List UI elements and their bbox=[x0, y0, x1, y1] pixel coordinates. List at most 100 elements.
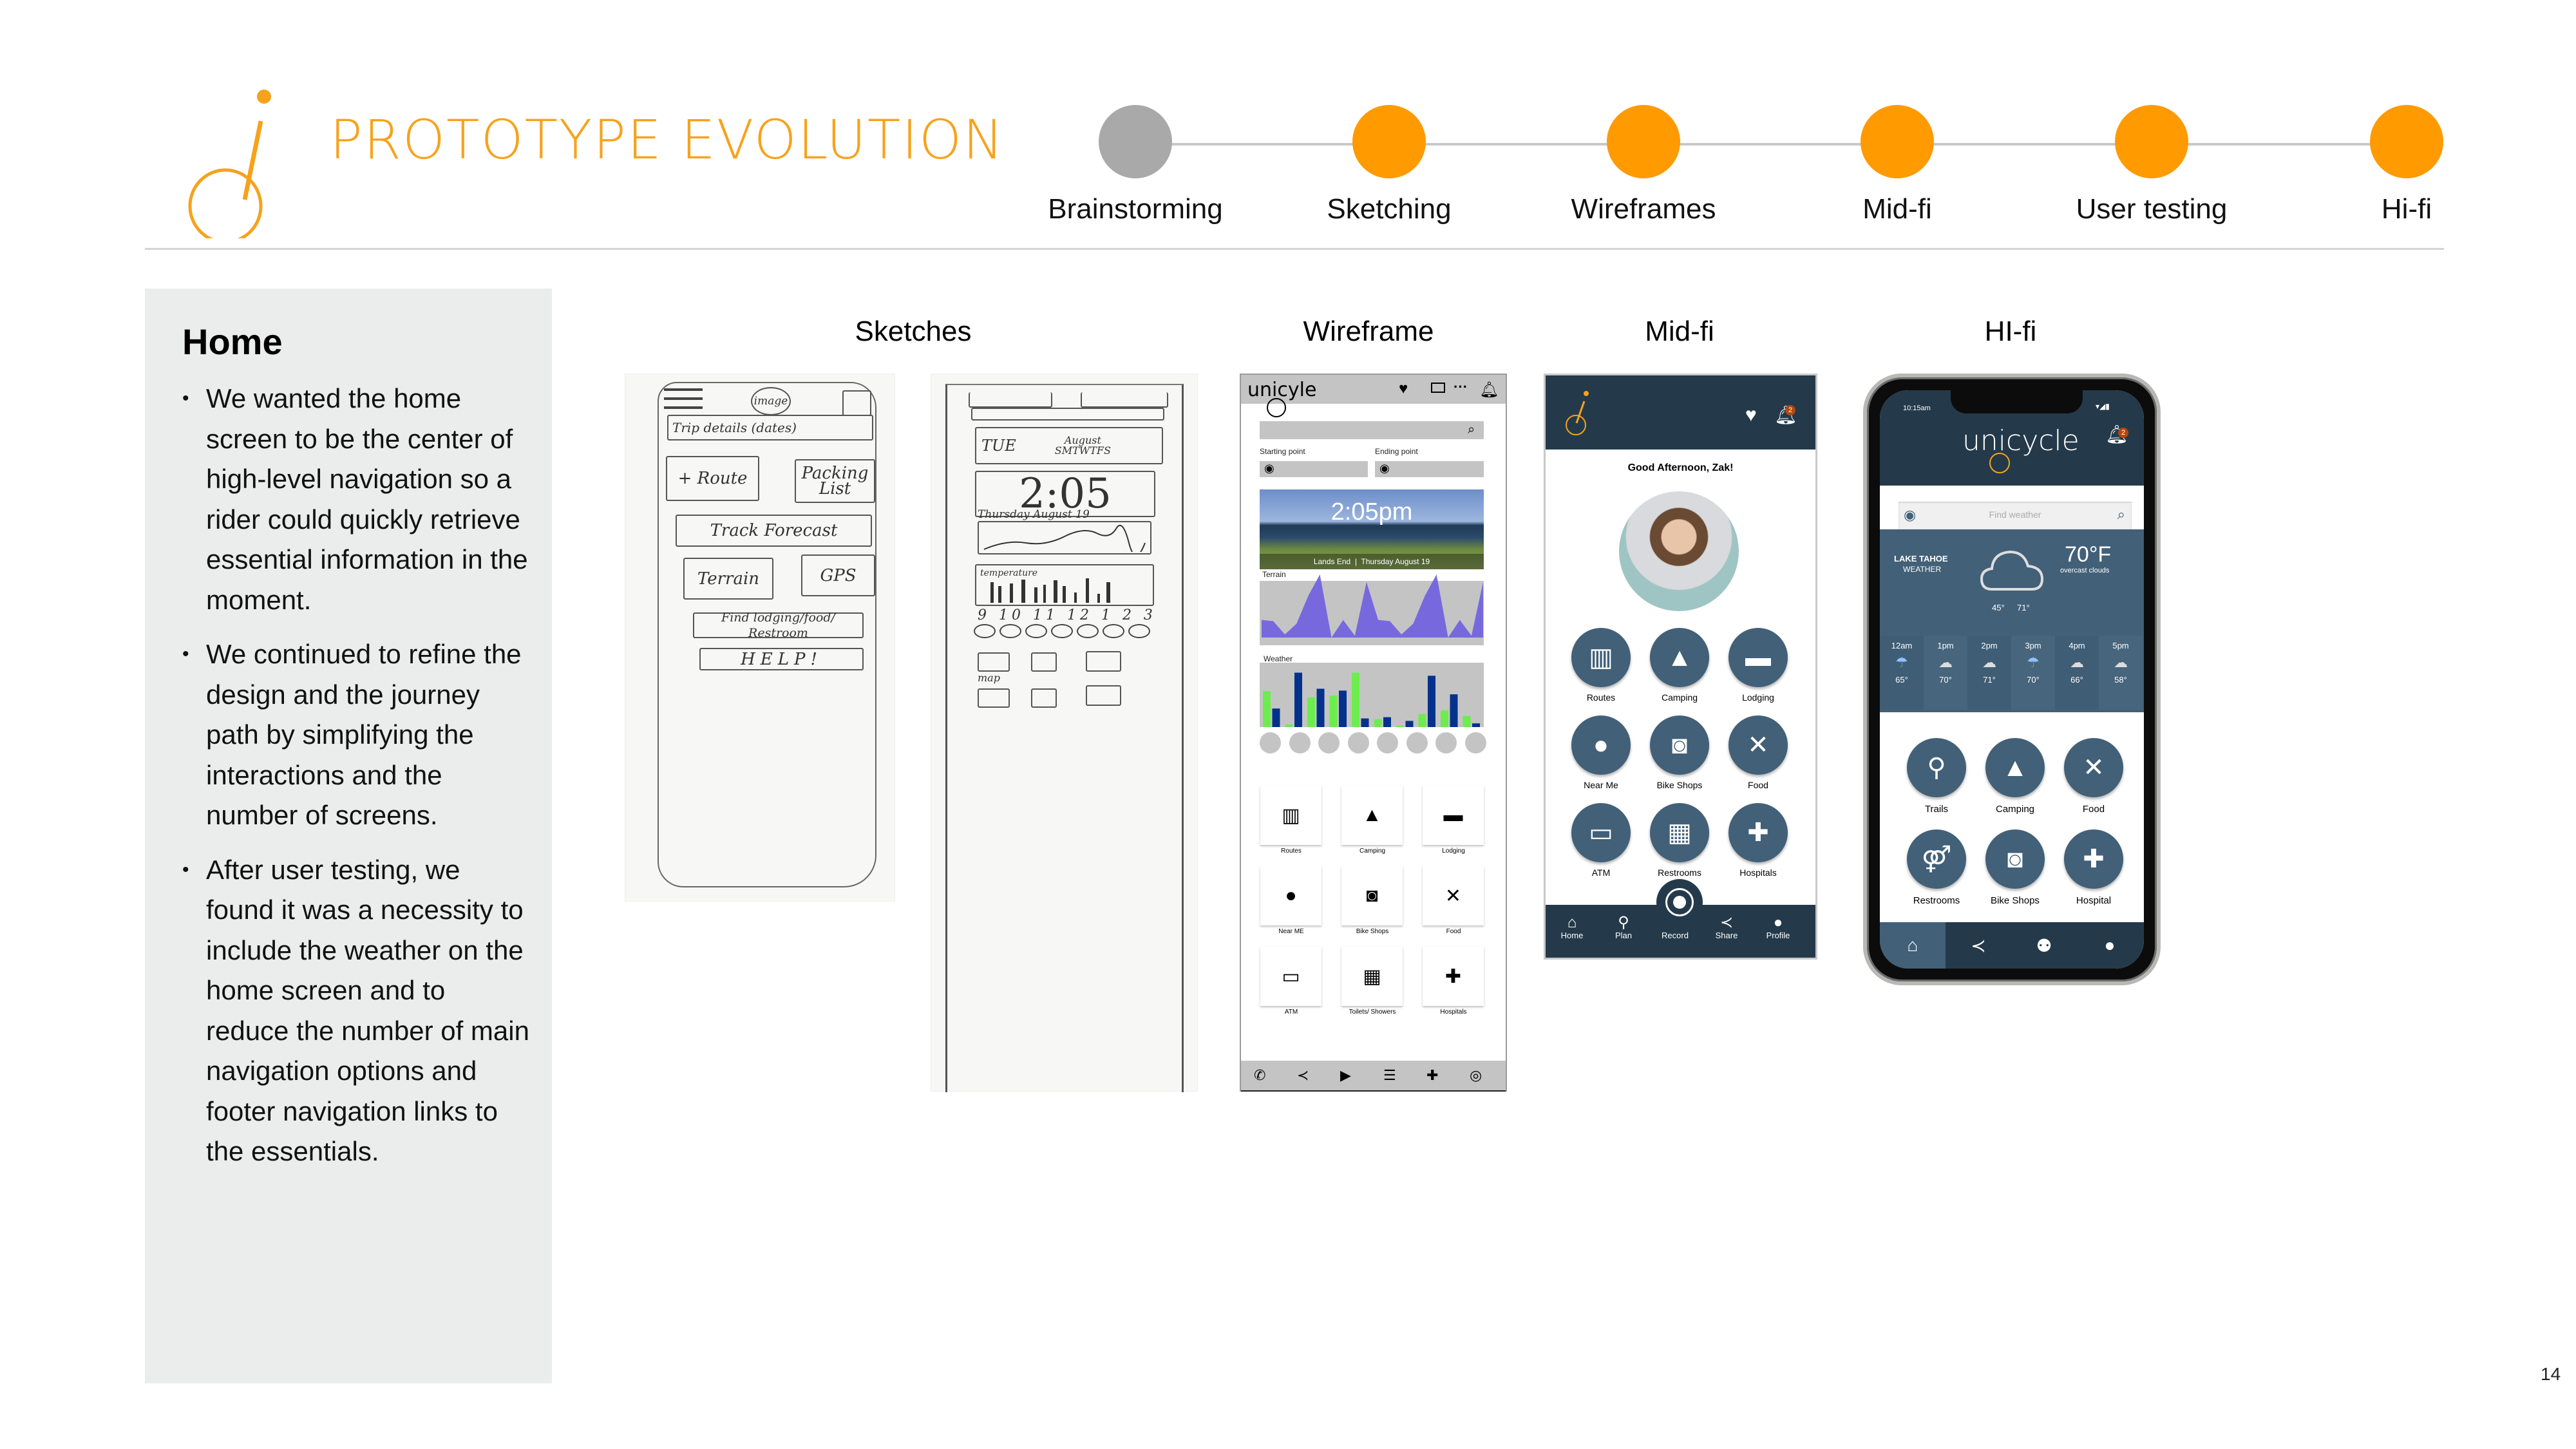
sketch-tile bbox=[978, 652, 1010, 672]
avatar[interactable] bbox=[1619, 491, 1739, 611]
weather-bar-green bbox=[1463, 715, 1471, 727]
wireframe-tile[interactable]: ✚ bbox=[1423, 947, 1484, 1006]
timeline-step-dot[interactable] bbox=[1607, 105, 1680, 178]
wireframe-logo-wheel bbox=[1267, 398, 1286, 417]
weather-bar-green bbox=[1307, 697, 1315, 727]
wireframe-tile[interactable]: ▥ bbox=[1260, 786, 1321, 845]
wireframe-tile[interactable]: ✕ bbox=[1423, 866, 1484, 925]
hifi-tile[interactable]: ◙ bbox=[1985, 829, 2045, 889]
timeline-step-label[interactable]: Mid-fi bbox=[1862, 193, 1932, 225]
midfi-tile[interactable]: ▥ bbox=[1571, 628, 1631, 687]
more-icon[interactable]: ··· bbox=[1454, 379, 1468, 395]
forecast-dot[interactable] bbox=[1289, 732, 1311, 753]
midfi-tile[interactable]: ▬ bbox=[1728, 628, 1788, 687]
timeline-step-dot[interactable] bbox=[2370, 105, 2443, 178]
timeline-step-label[interactable]: Brainstorming bbox=[1048, 193, 1222, 225]
hifi-tile[interactable]: ✕ bbox=[2064, 738, 2123, 797]
sketch-box: Find lodging/food/ Restroom bbox=[693, 611, 864, 640]
heart-icon[interactable]: ♥ bbox=[1745, 404, 1757, 426]
wireframe-tile[interactable]: ▭ bbox=[1260, 947, 1321, 1006]
forecast-dot[interactable] bbox=[1435, 732, 1457, 753]
forecast-dot[interactable] bbox=[1260, 732, 1281, 753]
midfi-tile[interactable]: ▲ bbox=[1650, 628, 1709, 687]
midfi-tile[interactable]: ◙ bbox=[1650, 715, 1709, 775]
hospital-icon: ✚ bbox=[1444, 965, 1462, 987]
sketch-box: GPS bbox=[801, 554, 875, 596]
midfi-tile[interactable]: ▭ bbox=[1571, 803, 1631, 862]
wireframe-tile[interactable]: ▲ bbox=[1341, 786, 1403, 845]
hifi-tile[interactable]: ⚲ bbox=[1907, 738, 1966, 797]
panel-title: Home bbox=[182, 321, 283, 362]
starting-point-input[interactable]: ◉ bbox=[1260, 461, 1368, 477]
message-icon[interactable]: ☰ bbox=[1383, 1067, 1396, 1084]
share-icon: ≺ bbox=[1719, 914, 1734, 931]
hospital-icon[interactable]: ✚ bbox=[1426, 1067, 1438, 1084]
nav-item-record[interactable]: Record bbox=[1653, 923, 1698, 940]
wireframe-search-input[interactable] bbox=[1260, 421, 1484, 439]
forecast-dot[interactable] bbox=[1464, 732, 1486, 753]
bell-icon[interactable]: 🔔︎ bbox=[1479, 381, 1499, 399]
timeline-step-label[interactable]: Hi-fi bbox=[2382, 193, 2432, 225]
phone-icon[interactable]: ✆ bbox=[1254, 1067, 1265, 1084]
wireframe-tile[interactable]: ▬ bbox=[1423, 786, 1484, 845]
hour-label: 1pm bbox=[1937, 641, 1954, 650]
hospital-icon: ✚ bbox=[1747, 819, 1769, 847]
cloud-icon: ☁ bbox=[2070, 654, 2084, 670]
share-icon[interactable]: ≺ bbox=[1297, 1067, 1309, 1084]
forecast-dot[interactable] bbox=[1406, 732, 1428, 753]
sketch-calendar-box: TUE August SMTWTFS bbox=[975, 427, 1163, 464]
timeline-step-label[interactable]: Wireframes bbox=[1571, 193, 1716, 225]
timeline-step-dot[interactable] bbox=[1099, 105, 1172, 178]
video-chat-icon[interactable]: ▶ bbox=[1340, 1067, 1351, 1084]
weather-search-input[interactable]: ◉ Find weather ⌕ bbox=[1899, 502, 2132, 529]
gps-icon[interactable]: ◎ bbox=[1470, 1067, 1482, 1084]
record-button[interactable] bbox=[1665, 888, 1694, 916]
timeline-step-label[interactable]: User testing bbox=[2076, 193, 2228, 225]
hifi-tile[interactable]: ▲ bbox=[1985, 738, 2045, 797]
gps-icon: ◉ bbox=[1264, 462, 1274, 475]
hifi-tile[interactable]: ⚤ bbox=[1907, 829, 1966, 889]
wireframe-tile[interactable]: ● bbox=[1260, 866, 1321, 925]
forecast-dot[interactable] bbox=[1318, 732, 1340, 753]
forecast-dot[interactable] bbox=[1377, 732, 1398, 753]
midfi-tile[interactable]: ✕ bbox=[1728, 715, 1788, 775]
midfi-tile[interactable]: ● bbox=[1571, 715, 1631, 775]
heart-icon[interactable]: ♥ bbox=[1399, 380, 1408, 398]
timeline-step-dot[interactable] bbox=[1352, 105, 1426, 178]
mail-icon[interactable] bbox=[1431, 383, 1445, 393]
search-icon[interactable]: ⌕ bbox=[2117, 506, 2125, 523]
ending-point-input[interactable]: ◉ bbox=[1375, 461, 1484, 477]
weather-bar-green bbox=[1418, 714, 1426, 727]
nav-item-home[interactable]: ⌂ Home bbox=[1549, 915, 1595, 941]
nav-share[interactable]: ≺ bbox=[1946, 922, 2011, 969]
hifi-tile[interactable]: ✚ bbox=[2064, 829, 2123, 889]
sketch-circle bbox=[1051, 624, 1073, 638]
wireframe-tile[interactable]: ▦ bbox=[1341, 947, 1403, 1006]
nav-item-share[interactable]: ≺ Share bbox=[1704, 914, 1749, 941]
sketch-image-placeholder: image bbox=[751, 387, 791, 415]
sketch-search-box bbox=[971, 408, 1164, 421]
midfi-tile[interactable]: ✚ bbox=[1728, 803, 1788, 862]
description-panel: Home We wanted the home screen to be the… bbox=[145, 289, 552, 1383]
forecast-dot[interactable] bbox=[1347, 732, 1369, 753]
wireframe-tile[interactable]: ◙ bbox=[1341, 866, 1403, 925]
weather-label: Weather bbox=[1264, 654, 1293, 663]
atm-icon: ▭ bbox=[1282, 965, 1300, 987]
midfi-tile[interactable]: ▦ bbox=[1650, 803, 1709, 862]
nav-group[interactable]: ⚉ bbox=[2011, 922, 2077, 969]
nav-item-plan[interactable]: ⚲ Plan bbox=[1601, 914, 1646, 941]
sketch-circle bbox=[974, 624, 996, 638]
timeline-step-label[interactable]: Sketching bbox=[1327, 193, 1451, 225]
nav-item-label: Profile bbox=[1766, 931, 1790, 940]
nav-profile[interactable]: ● bbox=[2077, 922, 2143, 969]
hour-temp: 70° bbox=[2027, 675, 2040, 685]
wireframe-logo: unicyle bbox=[1247, 379, 1317, 401]
timeline-step-dot[interactable] bbox=[2115, 105, 2188, 178]
hifi-tile-label: Food bbox=[2082, 804, 2105, 815]
timeline-step-dot[interactable] bbox=[1861, 105, 1934, 178]
high-temp: 71° bbox=[2017, 603, 2030, 612]
cyclist-icon: ⚲ bbox=[1618, 914, 1629, 931]
nav-item-profile[interactable]: ● Profile bbox=[1756, 915, 1801, 941]
nav-home[interactable]: ⌂ bbox=[1880, 922, 1946, 969]
cloud-icon: ☁ bbox=[1982, 654, 1996, 670]
